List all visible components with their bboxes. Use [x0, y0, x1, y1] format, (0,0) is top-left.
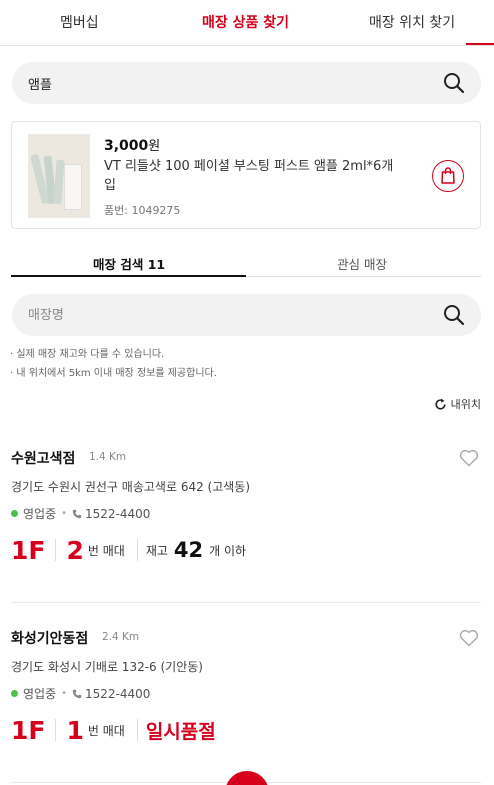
product-code: 품번: 1049275 [104, 204, 181, 217]
stock-info: 1F 2 번 매대 재고 42 개 이하 [11, 532, 246, 568]
store-phone[interactable]: 1522-4400 [85, 507, 150, 521]
notice-list: · 실제 매장 재고와 다를 수 있습니다. · 내 위치에서 5km 이내 매… [10, 345, 217, 383]
top-tab-bar: 멤버십 매장 상품 찾기 매장 위치 찾기 [0, 0, 494, 46]
store-distance: 2.4 Km [102, 631, 140, 643]
tab-store-location-search[interactable]: 매장 위치 찾기 [369, 12, 455, 32]
search-icon[interactable] [443, 304, 465, 326]
shelf-number: 2 [66, 535, 84, 565]
store-search-input[interactable] [28, 294, 428, 336]
stock-info: 1F 1 번 매대 일시품절 [11, 712, 216, 748]
refresh-icon [435, 398, 446, 410]
heart-icon[interactable] [459, 449, 479, 467]
product-search-bar [12, 62, 481, 104]
store-meta: 영업중 • 1522-4400 [11, 505, 150, 522]
store-meta: 영업중 • 1522-4400 [11, 685, 150, 702]
my-location-label: 내위치 [450, 398, 481, 411]
phone-icon [72, 689, 82, 698]
open-status-dot [11, 510, 18, 517]
product-card: 3,000원 VT 리들샷 100 페이셜 부스팅 퍼스트 앰플 2ml*6개입… [11, 121, 481, 229]
active-tab-indicator [466, 43, 494, 45]
floating-action-button[interactable] [225, 771, 269, 785]
divider [11, 602, 481, 603]
store-name: 수원고색점 [11, 451, 76, 467]
product-image [28, 134, 90, 218]
my-location-button[interactable]: 내위치 [434, 396, 481, 412]
shelf-label: 번 매대 [87, 543, 125, 558]
tab-store-product-search[interactable]: 매장 상품 찾기 [202, 12, 289, 32]
store-list-tabs: 매장 검색 11 관심 매장 [11, 254, 481, 278]
shelf-label: 번 매대 [87, 723, 125, 738]
stock-suffix: 개 이하 [209, 543, 247, 558]
stock-count: 42 [173, 538, 204, 562]
soldout-label: 일시품절 [145, 720, 216, 743]
shopping-bag-button[interactable] [432, 160, 464, 192]
shopping-bag-icon [441, 167, 455, 184]
store-phone[interactable]: 1522-4400 [85, 687, 150, 701]
tab-membership[interactable]: 멤버십 [60, 12, 99, 32]
product-name: VT 리들샷 100 페이셜 부스팅 퍼스트 앰플 2ml*6개입 [104, 159, 394, 193]
heart-icon[interactable] [459, 629, 479, 647]
store-address: 경기도 수원시 권선구 매송고색로 642 (고색동) [11, 480, 251, 494]
store-name: 화성기안동점 [11, 631, 89, 647]
notice-item: · 실제 매장 재고와 다를 수 있습니다. [10, 349, 165, 360]
notice-item: · 내 위치에서 5km 이내 매장 정보를 제공합니다. [10, 368, 217, 379]
floor-label: 1F [11, 715, 46, 745]
phone-icon [72, 509, 82, 518]
store-search-bar [12, 294, 481, 336]
active-subtab-indicator [11, 275, 246, 277]
store-distance: 1.4 Km [89, 451, 127, 463]
tab-store-search[interactable]: 매장 검색 11 [93, 254, 165, 273]
store-status: 영업중 [23, 507, 57, 521]
product-search-input[interactable] [28, 62, 428, 104]
tab-favorite-stores[interactable]: 관심 매장 [337, 254, 387, 273]
store-status: 영업중 [23, 687, 57, 701]
shelf-number: 1 [66, 715, 84, 745]
product-price: 3,000원 [104, 138, 161, 154]
search-icon[interactable] [443, 72, 465, 94]
store-address: 경기도 화성시 기배로 132-6 (기안동) [11, 660, 203, 674]
floor-label: 1F [11, 535, 46, 565]
open-status-dot [11, 690, 18, 697]
stock-label: 재고 [145, 543, 168, 558]
